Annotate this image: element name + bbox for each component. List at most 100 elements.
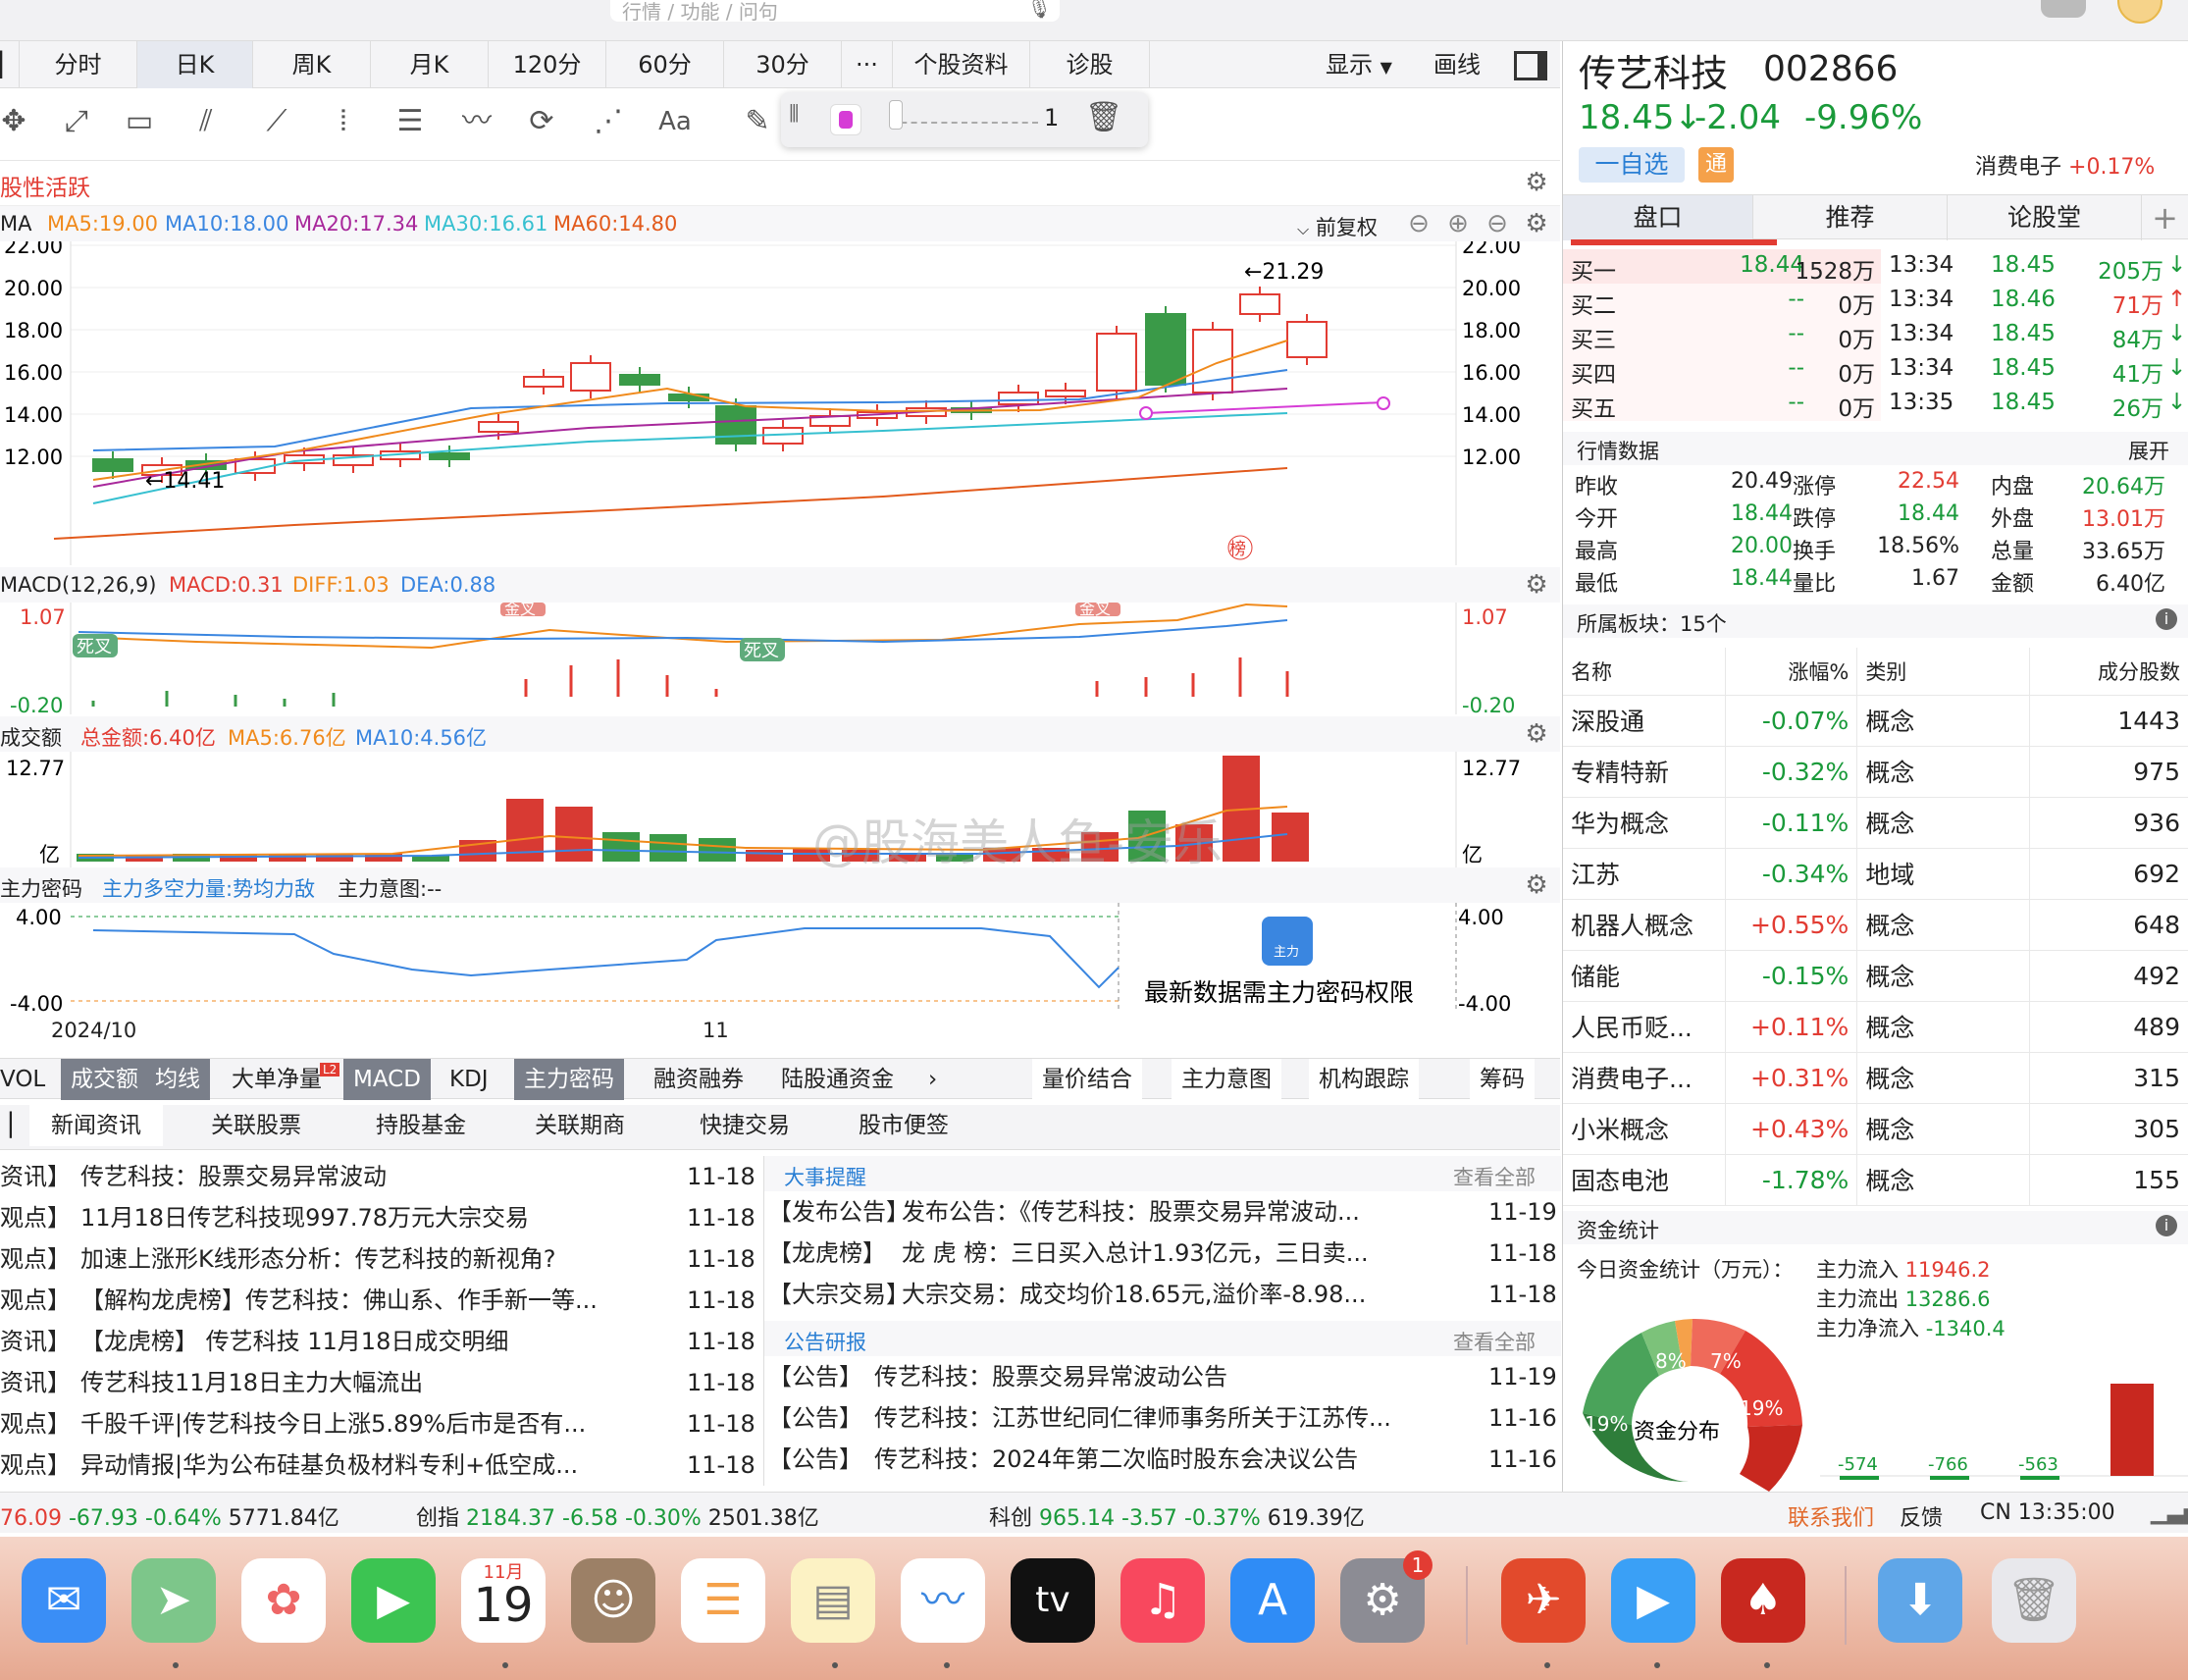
table-row[interactable]: 小米概念 +0.43% 概念 305	[1563, 1103, 2188, 1155]
event-item[interactable]: 【大宗交易】 大宗交易：成交均价18.65元,溢价率-8.98... 11-18	[764, 1274, 1561, 1315]
contact-link[interactable]: 联系我们	[1788, 1500, 1874, 1532]
tab-quick-trade[interactable]: 快捷交易	[671, 1105, 818, 1146]
tab-mainforce[interactable]: 主力密码	[514, 1059, 624, 1100]
chevron-right-icon[interactable]: ›	[918, 1059, 947, 1100]
gear-icon[interactable]: ⚙	[1523, 210, 1550, 237]
table-header[interactable]: 涨幅%	[1725, 648, 1858, 696]
reports-more-link[interactable]: 查看全部	[1453, 1327, 1536, 1356]
tab-notes[interactable]: 股市便签	[830, 1105, 977, 1146]
rectangle-tool-icon[interactable]: ▭	[120, 102, 159, 141]
tab-northbound[interactable]: 陆股通资金	[771, 1059, 904, 1100]
news-item[interactable]: 观点】 加速上涨形K线形态分析：传艺科技的新视角? 11-18	[0, 1238, 761, 1280]
tab-minute[interactable]: 分时	[20, 41, 137, 88]
tab-funds[interactable]: 持股基金	[347, 1105, 495, 1146]
maps-icon[interactable]: ➤	[131, 1558, 216, 1643]
table-header[interactable]: 名称	[1563, 648, 1727, 696]
sidebar-toggle-icon[interactable]: ▏	[0, 41, 20, 88]
info-icon[interactable]: i	[2156, 608, 2177, 630]
tab-profile[interactable]: 个股资料	[893, 41, 1030, 88]
stock-app-icon[interactable]: ✈	[1501, 1558, 1586, 1643]
trend-handle[interactable]	[1377, 396, 1390, 410]
tab-recommend[interactable]: 推荐	[1753, 195, 1948, 240]
table-row[interactable]: 消费电子... +0.31% 概念 315	[1563, 1052, 2188, 1104]
tab-diagnosis[interactable]: 诊股	[1030, 41, 1150, 88]
news-item[interactable]: 观点】 异动情报|华为公布硅基负极材料专利+低空成... 11-18	[0, 1444, 761, 1486]
display-dropdown[interactable]: 显示 ▼	[1305, 41, 1413, 88]
volume-chart[interactable]: 12.77 12.77 亿 亿 @股海美人鱼-安乐	[0, 752, 1560, 867]
tab-chips[interactable]: 筹码	[1470, 1059, 1535, 1100]
tab-ma[interactable]: 均线	[145, 1059, 210, 1100]
chinext-index[interactable]: 创指 2184.37 -6.58 -0.30% 2501.38亿	[416, 1500, 819, 1532]
trash-icon[interactable]: 🗑	[1085, 100, 1122, 134]
tab-institution[interactable]: 机构跟踪	[1309, 1059, 1419, 1100]
table-row[interactable]: 华为概念 -0.11% 概念 936	[1563, 797, 2188, 849]
gear-icon[interactable]: ⚙	[1523, 871, 1550, 899]
tab-forum[interactable]: 论股堂	[1948, 195, 2142, 240]
report-item[interactable]: 【公告】 传艺科技：2024年第二次临时股东会决议公告 11-16	[764, 1439, 1561, 1480]
bid-row[interactable]: 买二 -- 0万	[1563, 284, 1881, 319]
user-icon[interactable]	[2041, 0, 2086, 18]
sector-label[interactable]: 消费电子 +0.17%	[1975, 149, 2155, 181]
event-item[interactable]: 【发布公告】 发布公告：《传艺科技：股票交易异常波动... 11-19	[764, 1191, 1561, 1233]
info-icon[interactable]: i	[2156, 1215, 2177, 1236]
mail-icon[interactable]: ✉	[22, 1558, 106, 1643]
table-row[interactable]: 固态电池 -1.78% 概念 155	[1563, 1154, 2188, 1206]
table-row[interactable]: 储能 -0.15% 概念 492	[1563, 950, 2188, 1002]
fund-bars[interactable]: -574 -766 -563	[1820, 1366, 2188, 1492]
fund-donut[interactable]: 资金分布 8% 7% 19% 19%	[1573, 1317, 1808, 1492]
calendar-icon[interactable]: 11月 19	[461, 1558, 546, 1643]
table-header[interactable]: 类别	[1856, 648, 2031, 696]
tab-30min[interactable]: 30分	[724, 41, 842, 88]
add-tab-icon[interactable]: +	[2142, 195, 2188, 240]
remove-icon[interactable]: ⊖	[1484, 210, 1511, 237]
vertical-lines-tool-icon[interactable]: ⦙	[324, 102, 363, 141]
text-tool-icon[interactable]: Aa	[655, 102, 695, 141]
wave-tool-icon[interactable]: 〰	[457, 102, 496, 141]
search-input[interactable]: 行情 / 功能 / 问句 🎙	[610, 0, 1060, 24]
notes-icon[interactable]: ▤	[791, 1558, 875, 1643]
trend-handle[interactable]	[1139, 406, 1153, 420]
gear-icon[interactable]: ⚙	[1523, 571, 1550, 599]
slider-thumb[interactable]	[889, 100, 903, 130]
photos-icon[interactable]: ✿	[241, 1558, 326, 1643]
star-index[interactable]: 科创 965.14 -3.57 -0.37% 619.39亿	[989, 1500, 1365, 1532]
move-tool-icon[interactable]: ✥	[0, 102, 33, 141]
tab-monthly[interactable]: 月K	[371, 41, 489, 88]
bid-row[interactable]: 买三 -- 0万	[1563, 318, 1881, 353]
event-item[interactable]: 【龙虎榜】龙 虎 榜：三日买入总计1.93亿元，三日卖... 11-18	[764, 1233, 1561, 1274]
table-row[interactable]: 深股通 -0.07% 概念 1443	[1563, 695, 2188, 747]
sidebar-toggle-icon[interactable]: ▏	[0, 1105, 27, 1150]
gear-icon[interactable]: ⚙	[1523, 169, 1550, 196]
gear-icon[interactable]: ⚙	[1523, 720, 1550, 748]
draw-line-button[interactable]: 画线	[1413, 41, 1501, 88]
microphone-icon[interactable]: 🎙	[1027, 0, 1052, 20]
tab-orderbook[interactable]: 盘口	[1563, 195, 1753, 240]
app-store-icon[interactable]: A	[1230, 1558, 1315, 1643]
table-row[interactable]: 人民币贬... +0.11% 概念 489	[1563, 1001, 2188, 1053]
macd-chart[interactable]: 1.07 1.07 -0.20 -0.20 死叉 死叉 金叉 金叉	[0, 603, 1560, 714]
tab-margin[interactable]: 融资融券	[644, 1059, 754, 1100]
news-item[interactable]: 资讯】 【龙虎榜】 传艺科技 11月18日成交明细 11-18	[0, 1321, 761, 1362]
tab-60min[interactable]: 60分	[606, 41, 724, 88]
tab-news[interactable]: 新闻资讯	[29, 1105, 163, 1146]
width-slider[interactable]	[891, 114, 1038, 124]
report-item[interactable]: 【公告】 传艺科技：股票交易异常波动公告 11-19	[764, 1356, 1561, 1397]
events-more-link[interactable]: 查看全部	[1453, 1162, 1536, 1191]
news-item[interactable]: 观点】 11月18日传艺科技现997.78万元大宗交易 11-18	[0, 1197, 761, 1238]
tab-weekly[interactable]: 周K	[253, 41, 371, 88]
add-watchlist-button[interactable]: 一自选	[1579, 147, 1685, 183]
tab-macd[interactable]: MACD	[343, 1059, 431, 1100]
facetime-icon[interactable]: ▶	[351, 1558, 436, 1643]
bid-row[interactable]: 买一 18.44 1528万	[1563, 249, 1881, 285]
tab-intent[interactable]: 主力意图	[1172, 1059, 1281, 1100]
line-tool-icon[interactable]: ⤢	[57, 102, 96, 141]
tab-kdj[interactable]: KDJ	[440, 1059, 498, 1100]
tab-price-volume[interactable]: 量价结合	[1032, 1059, 1142, 1100]
trash-icon[interactable]: 🗑	[1992, 1558, 2076, 1643]
panel-layout-icon[interactable]	[1511, 41, 1550, 88]
tab-turnover[interactable]: 成交额	[61, 1059, 148, 1100]
tab-vol[interactable]: VOL	[0, 1059, 55, 1100]
contacts-icon[interactable]: ☺	[571, 1558, 655, 1643]
news-item[interactable]: 观点】 【解构龙虎榜】传艺科技：佛山系、作手新一等... 11-18	[0, 1280, 761, 1321]
table-row[interactable]: 机器人概念 +0.55% 概念 648	[1563, 899, 2188, 951]
